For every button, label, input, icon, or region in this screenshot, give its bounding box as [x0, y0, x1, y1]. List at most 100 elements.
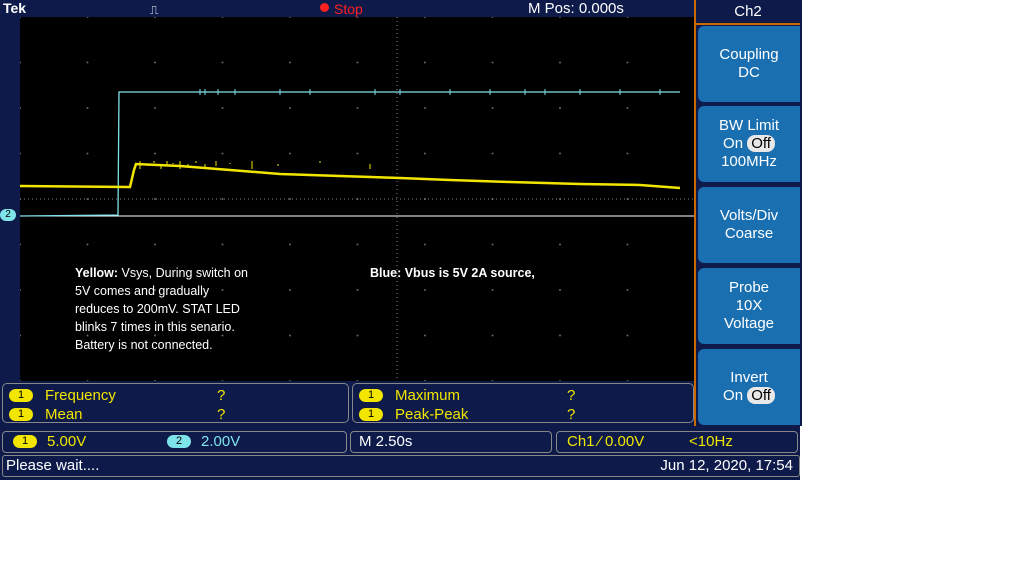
- graticule-dot: [154, 198, 156, 200]
- graticule-dot: [221, 61, 224, 64]
- blue-text: Vbus is 5V 2A source,: [401, 266, 535, 280]
- graticule-dot: [289, 152, 291, 155]
- ch2-ground-marker: 2: [0, 209, 16, 221]
- graticule-dot: [626, 334, 629, 337]
- trigger-box[interactable]: Ch1 ⁄ 0.00V <10Hz: [556, 431, 798, 453]
- graticule-dot: [221, 107, 224, 109]
- bw-off-option: Off: [747, 135, 775, 152]
- timebase-box[interactable]: M 2.50s: [350, 431, 552, 453]
- graticule-dot: [424, 289, 426, 291]
- ch1-badge: 1: [13, 435, 37, 448]
- volts-div-value: Coarse: [724, 225, 774, 242]
- trigger-level: 0.00V: [605, 433, 645, 450]
- graticule-dot: [491, 61, 494, 64]
- ch2-badge: 2: [167, 435, 191, 448]
- blue-annotation: Blue: Vbus is 5V 2A source,: [370, 264, 610, 282]
- measurement-row: 1 Peak-Peak ?: [359, 406, 575, 423]
- yellow-label: Yellow:: [75, 266, 119, 280]
- graticule-dot: [86, 243, 89, 246]
- side-menu-title: Ch2: [696, 3, 800, 25]
- graticule-dot: [626, 289, 629, 291]
- graticule-dot: [559, 289, 561, 291]
- ch1-badge: 1: [359, 408, 383, 421]
- invert-button[interactable]: Invert On Off: [698, 349, 800, 425]
- coupling-value: DC: [738, 64, 760, 81]
- graticule-dot: [221, 198, 224, 200]
- measurement-name: Mean: [45, 406, 83, 423]
- graticule-dot: [86, 61, 89, 64]
- bw-limit-button[interactable]: BW Limit On Off 100MHz: [698, 106, 800, 182]
- coupling-button[interactable]: Coupling DC: [698, 26, 800, 102]
- measurement-box-right: 1 Maximum ? 1 Peak-Peak ?: [352, 383, 694, 423]
- graticule-dot: [626, 107, 629, 109]
- graticule-dot: [154, 107, 156, 109]
- graticule-dot: [154, 61, 156, 64]
- graticule-dot: [559, 107, 561, 109]
- measurement-value: ?: [567, 387, 576, 404]
- probe-value: 10X: [735, 297, 763, 314]
- run-state: Stop: [334, 1, 363, 17]
- graticule-dot: [289, 107, 291, 109]
- graticule-dot: [154, 152, 156, 155]
- trigger-pulse-icon: ⎍: [150, 3, 159, 17]
- measurement-name: Peak-Peak: [395, 406, 469, 423]
- measurement-name: Frequency: [45, 387, 116, 404]
- graticule-dot: [491, 243, 494, 246]
- status-message: Please wait....: [6, 457, 100, 474]
- graticule-dot: [356, 289, 359, 291]
- measurement-value: ?: [217, 387, 226, 404]
- graticule-dot: [356, 243, 359, 246]
- graticule-dot: [491, 152, 494, 155]
- stop-indicator-icon: [320, 3, 329, 12]
- measurement-box-left: 1 Frequency ? 1 Mean ?: [2, 383, 349, 423]
- channel-scale-box[interactable]: 1 5.00V 2 2.00V: [2, 431, 347, 453]
- invert-on-option: On: [723, 387, 744, 404]
- probe-label: Probe: [728, 279, 770, 296]
- probe-button[interactable]: Probe 10X Voltage: [698, 268, 800, 344]
- graticule-dot: [356, 61, 359, 64]
- channel-scales: 1 5.00V 2 2.00V: [13, 433, 240, 450]
- yellow-line: blinks 7 times in this senario.: [75, 320, 235, 334]
- measurement-row: 1 Mean ?: [9, 406, 225, 423]
- graticule-dot: [559, 61, 561, 64]
- measurement-row: 1 Frequency ?: [9, 387, 225, 404]
- yellow-text: Vsys, During switch on: [118, 266, 248, 280]
- graticule-dot: [424, 334, 426, 337]
- ch1-badge: 1: [9, 408, 33, 421]
- trigger-source: Ch1: [567, 433, 595, 450]
- graticule-dot: [424, 243, 426, 246]
- ch2-scale: 2.00V: [201, 433, 241, 450]
- graticule-dot: [356, 107, 359, 109]
- measurement-value: ?: [217, 406, 226, 423]
- graticule-dot: [424, 152, 426, 155]
- volts-div-label: Volts/Div: [719, 207, 779, 224]
- graticule-dot: [221, 152, 224, 155]
- yellow-annotation: Yellow: Vsys, During switch on 5V comes …: [75, 264, 305, 354]
- graticule-dot: [559, 152, 561, 155]
- volts-div-button[interactable]: Volts/Div Coarse: [698, 187, 800, 263]
- ch1-scale: 5.00V: [47, 433, 87, 450]
- measurement-row: 1 Maximum ?: [359, 387, 575, 404]
- yellow-line: Battery is not connected.: [75, 338, 213, 352]
- measurement-value: ?: [567, 406, 576, 423]
- yellow-line: 5V comes and gradually: [75, 284, 210, 298]
- bw-value: 100MHz: [721, 153, 777, 170]
- graticule-dot: [491, 334, 494, 337]
- graticule-dot: [86, 107, 89, 109]
- blue-label: Blue:: [370, 266, 402, 280]
- graticule-dot: [559, 243, 561, 246]
- bw-on-option: On: [723, 135, 744, 152]
- graticule-dot: [626, 152, 629, 155]
- trigger-frequency: <10Hz: [689, 433, 733, 450]
- graticule-dot: [86, 152, 89, 155]
- graticule-dot: [221, 243, 224, 246]
- invert-off-option: Off: [747, 387, 775, 404]
- graticule-dot: [289, 198, 291, 200]
- ch1-badge: 1: [359, 389, 383, 402]
- graticule-dot: [154, 243, 156, 246]
- status-bar: Please wait.... Jun 12, 2020, 17:54: [2, 455, 800, 477]
- graticule-dot: [356, 334, 359, 337]
- oscilloscope-screen: Tek ⎍ Stop M Pos: 0.000s 2 Yellow: Vsys,…: [0, 0, 802, 480]
- graticule-dot: [559, 334, 561, 337]
- measurement-name: Maximum: [395, 387, 461, 404]
